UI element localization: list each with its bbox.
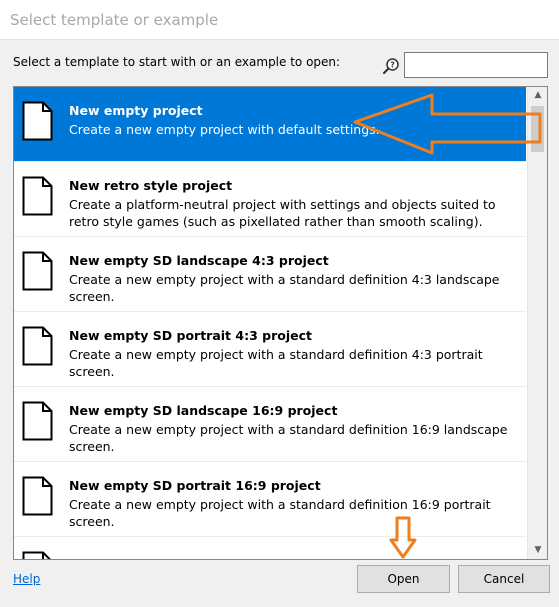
template-list[interactable]: New empty project Create a new empty pro… (13, 86, 548, 560)
prompt-text: Select a template to start with or an ex… (13, 55, 341, 69)
search-input[interactable] (404, 52, 548, 78)
help-link[interactable]: Help (13, 572, 40, 586)
vertical-scrollbar[interactable]: ▲ ▼ (527, 87, 547, 559)
template-description: Create a new empty project with a standa… (69, 272, 500, 304)
document-icon (22, 176, 53, 216)
template-item-partial[interactable] (14, 537, 526, 559)
search-help-icon[interactable]: ? (382, 57, 400, 75)
cancel-button[interactable]: Cancel (458, 565, 550, 593)
template-name: New empty SD landscape 16:9 project (69, 403, 338, 418)
template-item-sd-portrait-16-9[interactable]: New empty SD portrait 16:9 project Creat… (14, 462, 526, 537)
template-name: New empty project (69, 103, 203, 118)
template-description: Create a new empty project with a standa… (69, 347, 483, 379)
template-description: Create a new empty project with default … (69, 122, 380, 137)
scroll-up-arrow-icon[interactable]: ▲ (528, 87, 547, 104)
document-icon (22, 251, 53, 291)
window-title: Select template or example (10, 11, 219, 29)
scroll-thumb[interactable] (531, 106, 544, 152)
document-icon (22, 101, 53, 141)
document-icon (22, 476, 53, 516)
title-bar: Select template or example (0, 0, 559, 40)
template-item-new-empty[interactable]: New empty project Create a new empty pro… (14, 87, 526, 162)
template-name: New retro style project (69, 178, 233, 193)
template-name: New empty SD portrait 4:3 project (69, 328, 312, 343)
template-name: New empty SD landscape 4:3 project (69, 253, 329, 268)
svg-text:?: ? (390, 60, 394, 69)
open-button[interactable]: Open (357, 565, 450, 593)
document-icon (22, 551, 51, 559)
template-item-sd-portrait-4-3[interactable]: New empty SD portrait 4:3 project Create… (14, 312, 526, 387)
document-icon (22, 326, 53, 366)
template-description: Create a new empty project with a standa… (69, 497, 491, 529)
document-icon (22, 401, 53, 441)
template-description: Create a new empty project with a standa… (69, 422, 508, 454)
template-item-sd-landscape-16-9[interactable]: New empty SD landscape 16:9 project Crea… (14, 387, 526, 462)
template-item-retro[interactable]: New retro style project Create a platfor… (14, 162, 526, 237)
scroll-down-arrow-icon[interactable]: ▼ (528, 542, 547, 559)
template-name: New empty SD portrait 16:9 project (69, 478, 321, 493)
template-item-sd-landscape-4-3[interactable]: New empty SD landscape 4:3 project Creat… (14, 237, 526, 312)
template-description: Create a platform-neutral project with s… (69, 197, 496, 229)
